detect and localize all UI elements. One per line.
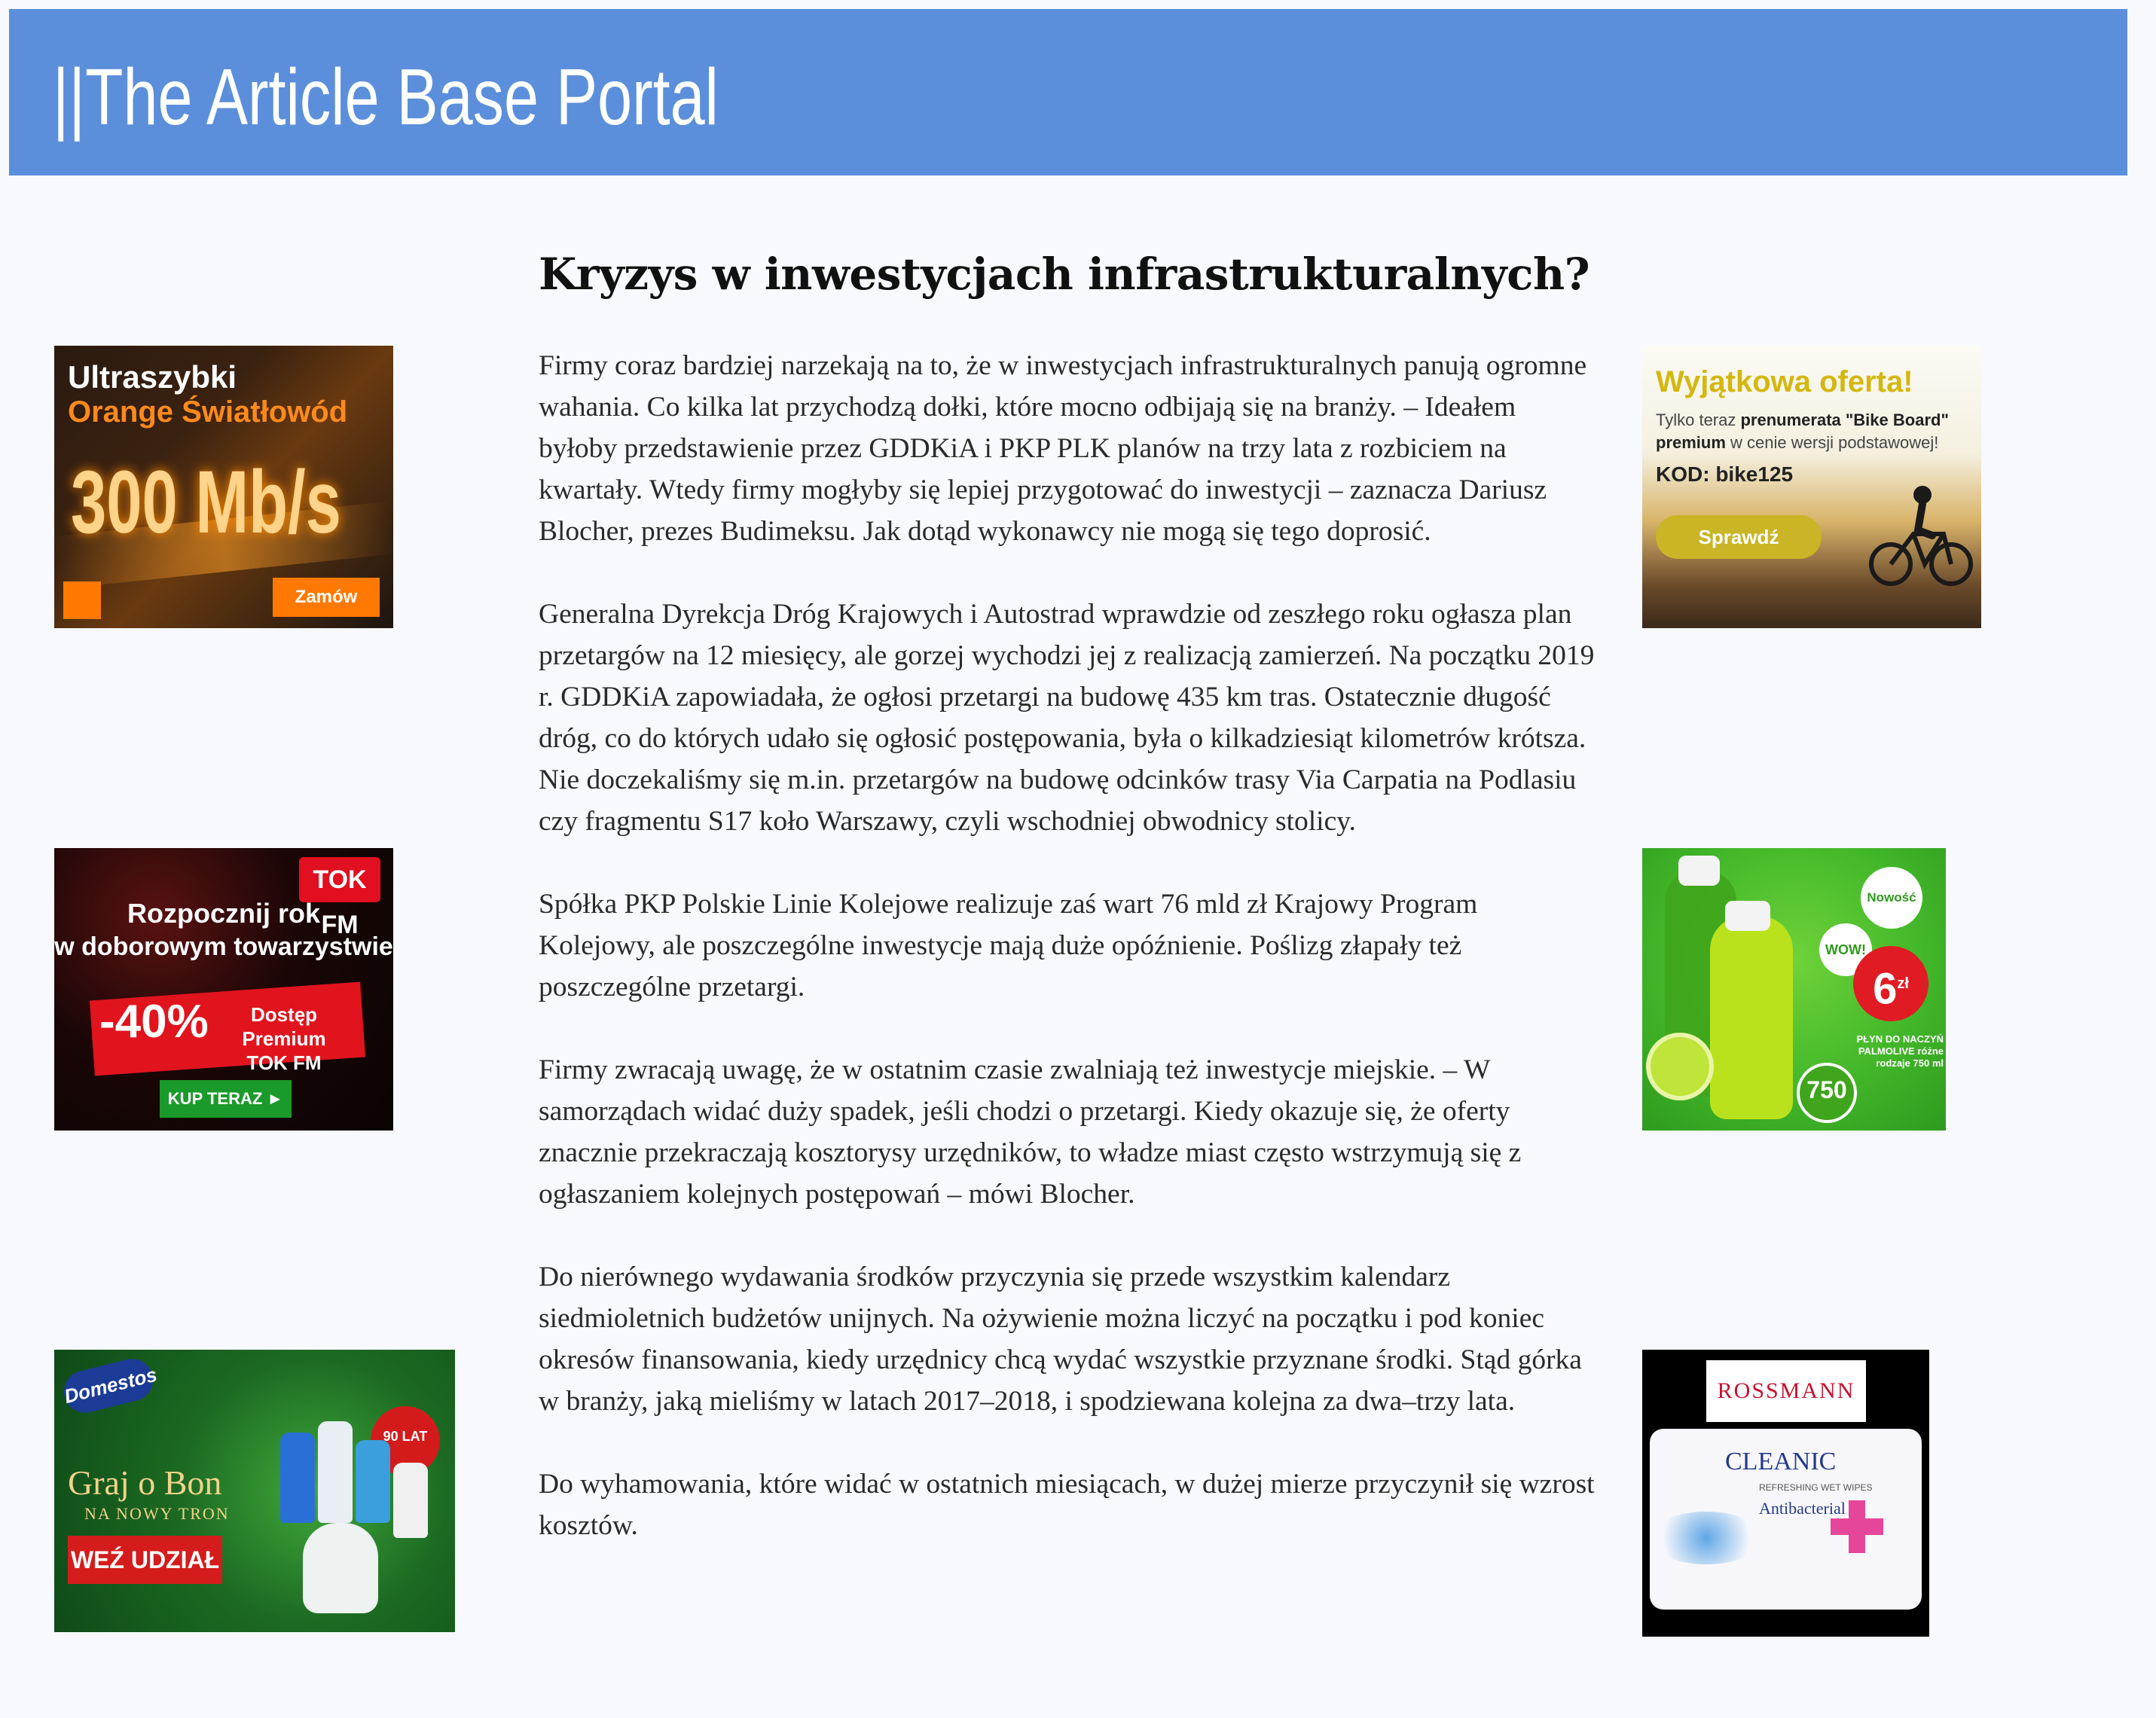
ad-discount: -40% [99,996,209,1048]
article-paragraph: Firmy coraz bardziej narzekają na to, że… [539,350,1587,547]
cyclist-icon [1869,486,1973,586]
buy-now-button[interactable]: KUP TERAZ ► [160,1080,292,1118]
ad-headline: Rozpocznij rok [127,898,320,929]
new-badge: Nowość [1861,867,1922,929]
plus-cross-icon [1831,1500,1883,1553]
ad-subheadline: NA NOWY TRON [84,1504,230,1523]
ad-offer: Dostęp Premium TOK FM [242,1003,326,1074]
ad-headline: Ultraszybki [68,359,237,395]
bottle-cap-icon [1725,901,1770,931]
ad-subheadline: Orange Światłowód [68,395,348,429]
volume-badge: 750 [1797,1063,1857,1123]
ad-subheadline: w doborowym towarzystwie [54,932,393,961]
site-header: ||The Article Base Portal [9,9,2127,175]
water-splash-decoration [1650,1512,1763,1564]
ad-headline: Wyjątkowa oferta! [1656,365,1913,398]
article-paragraph: Do nierównego wydawania środków przyczyn… [539,1262,1582,1417]
toilet-icon [303,1523,378,1613]
article: Kryzys w inwestycjach infrastrukturalnyc… [539,249,1601,1588]
lime-icon [1646,1033,1714,1100]
ad-tokfm[interactable]: TOK FM Rozpocznij rok w doborowym towarz… [54,848,393,1131]
article-title: Kryzys w inwestycjach infrastrukturalnyc… [539,249,1590,300]
domestos-logo-icon: Domestos [60,1354,159,1417]
participate-button[interactable]: WEŹ UDZIAŁ [68,1536,222,1584]
ad-domestos[interactable]: Domestos Graj o Bon NA NOWY TRON WEŹ UDZ… [54,1350,455,1632]
bottle-icon [356,1440,390,1523]
article-paragraph: Do wyhamowania, które widać w ostatnich … [539,1469,1595,1541]
bottle-icon [1710,916,1793,1119]
ad-orange-fiber[interactable]: Ultraszybki Orange Światłowód 300 Mb/s Z… [54,346,393,628]
ad-headline: Graj o Bon [68,1463,222,1502]
promo-code: KOD: bike125 [1656,462,1794,486]
ad-palmolive[interactable]: Nowość WOW! 6zł PŁYN DO NACZYŃ PALMOLIVE… [1642,848,1946,1131]
ad-speed: 300 Mb/s [71,453,341,552]
tokfm-logo-icon: TOK FM [299,857,380,939]
bottle-cap-icon [1678,856,1720,886]
article-paragraph: Firmy zwracają uwagę, że w ostatnim czas… [539,1054,1522,1210]
bottle-icon [280,1433,315,1523]
ad-text: Tylko teraz prenumerata "Bike Board" pre… [1656,410,1949,452]
price-badge: 6zł [1853,946,1928,1021]
article-paragraph: Spółka PKP Polskie Linie Kolejowe realiz… [539,889,1478,1002]
ad-rossmann[interactable]: ROSSMANN CLEANIC REFRESHING WET WIPES An… [1642,1350,1929,1637]
order-button[interactable]: Zamów [273,578,380,617]
article-paragraph: Generalna Dyrekcja Dróg Krajowych i Auto… [539,599,1595,837]
check-button[interactable]: Sprawdź [1656,515,1822,559]
ad-bike-board[interactable]: Wyjątkowa oferta! Tylko teraz prenumerat… [1642,346,1981,628]
bottle-icon [393,1463,428,1538]
product-brand: CLEANIC [1725,1448,1837,1475]
orange-logo-icon [63,581,101,619]
site-title[interactable]: ||The Article Base Portal [53,57,719,137]
bottle-icon [318,1421,353,1523]
article-body: Firmy coraz bardziej narzekają na to, że… [539,345,1601,1546]
rossmann-logo: ROSSMANN [1706,1360,1866,1422]
product-description: PŁYN DO NACZYŃ PALMOLIVE różne rodzaje 7… [1856,1033,1944,1069]
product-subtitle: REFRESHING WET WIPES [1759,1482,1873,1493]
